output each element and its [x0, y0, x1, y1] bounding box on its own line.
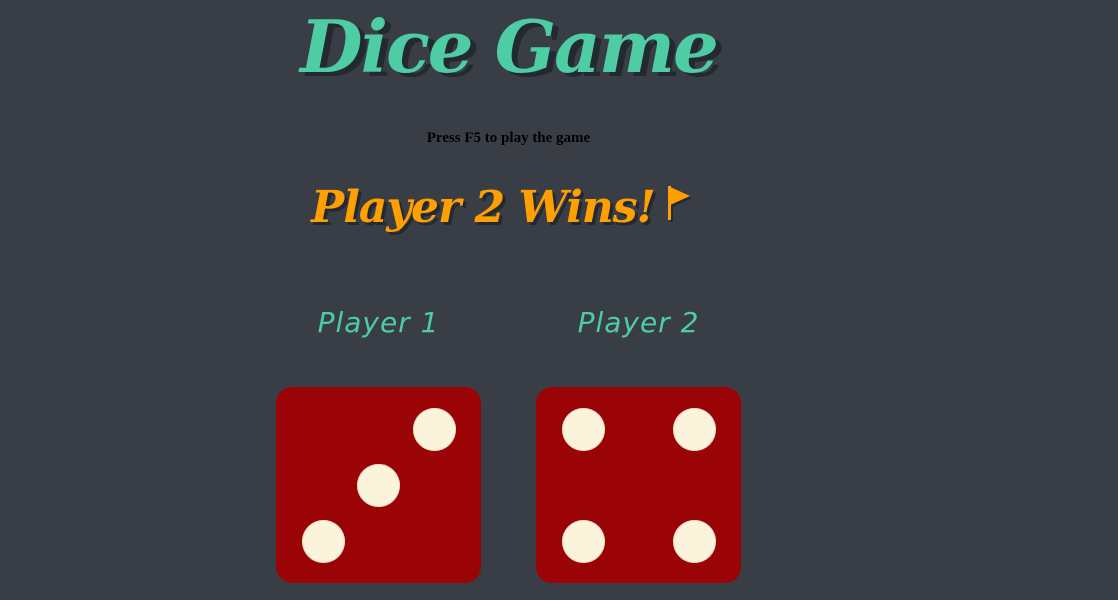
die-pip	[357, 464, 400, 507]
player-1-die	[276, 387, 481, 583]
die-pip	[413, 408, 456, 451]
game-title: Dice Game	[300, 4, 719, 89]
player-2-label: Player 2	[577, 306, 700, 339]
instruction-text: Press F5 to play the game	[426, 130, 591, 146]
winner-text: Player 2 Wins!	[311, 182, 656, 233]
die-pip	[562, 520, 605, 563]
die-pip	[673, 520, 716, 563]
player-2-die	[536, 387, 741, 583]
winner-banner: Player 2 Wins!	[0, 182, 1006, 235]
player-1-label: Player 1	[317, 306, 440, 339]
die-pip	[673, 408, 716, 451]
flag-icon	[665, 184, 695, 235]
die-pip	[562, 408, 605, 451]
die-pip	[302, 520, 345, 563]
